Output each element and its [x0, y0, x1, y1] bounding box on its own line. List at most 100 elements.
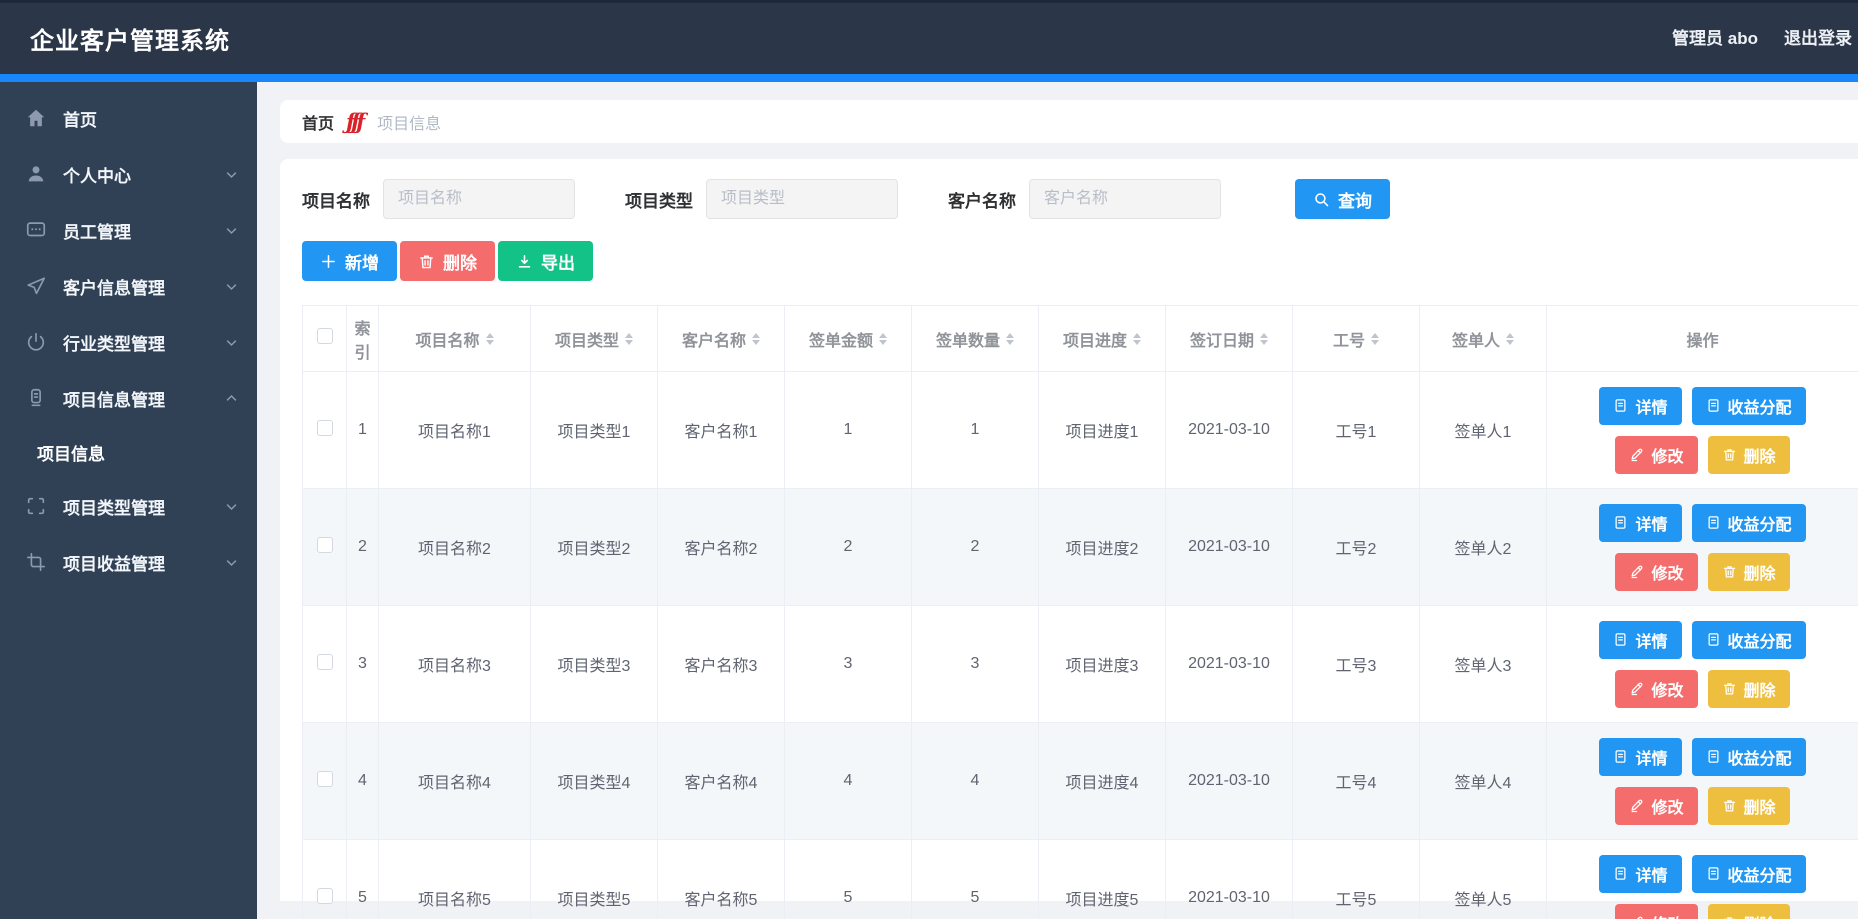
sidebar-item-label: 项目信息管理 [63, 386, 224, 411]
cell-worker-id: 工号4 [1293, 723, 1420, 840]
search-button[interactable]: 查询 [1295, 179, 1390, 219]
delete-button[interactable]: 删除 [400, 241, 495, 281]
row-checkbox[interactable] [317, 771, 333, 787]
row-checkbox[interactable] [317, 888, 333, 904]
current-user[interactable]: 管理员 abo [1672, 24, 1758, 49]
row-detail-button[interactable]: 详情 [1599, 621, 1681, 659]
customer-name-input[interactable] [1029, 179, 1221, 219]
cell-sign-amount: 1 [785, 372, 912, 489]
row-edit-button[interactable]: 修改 [1615, 670, 1697, 708]
row-checkbox-cell [303, 372, 347, 489]
cell-worker-id: 工号5 [1293, 840, 1420, 919]
cell-index: 5 [347, 840, 379, 919]
row-allocate-button[interactable]: 收益分配 [1692, 738, 1806, 776]
row-checkbox[interactable] [317, 654, 333, 670]
row-delete-button[interactable]: 删除 [1708, 553, 1790, 591]
header-project-name[interactable]: 项目名称 [379, 306, 531, 372]
cell-signer: 签单人5 [1420, 840, 1547, 919]
header-sign-date[interactable]: 签订日期 [1166, 306, 1293, 372]
cell-project-progress: 项目进度4 [1039, 723, 1166, 840]
sort-icon[interactable] [1133, 333, 1141, 345]
sidebar-item-project-revenue-management[interactable]: 项目收益管理 [0, 534, 257, 590]
row-edit-button[interactable]: 修改 [1615, 904, 1697, 919]
app-title: 企业客户管理系统 [30, 21, 230, 56]
table-header-row: 索引 项目名称 项目类型 客户名称 签单金额 签单数量 项目进度 签订日期 工号… [303, 306, 1858, 372]
sort-icon[interactable] [1506, 333, 1514, 345]
header-sign-amount[interactable]: 签单金额 [785, 306, 912, 372]
cell-project-name: 项目名称4 [379, 723, 531, 840]
cell-sign-amount: 5 [785, 840, 912, 919]
row-delete-button[interactable]: 删除 [1708, 670, 1790, 708]
sidebar-subitem-project-info[interactable]: 项目信息 [0, 426, 257, 478]
cell-index: 1 [347, 372, 379, 489]
project-name-input[interactable] [383, 179, 575, 219]
sidebar-item-label: 首页 [63, 106, 239, 131]
cell-project-name: 项目名称2 [379, 489, 531, 606]
chevron-down-icon [224, 279, 239, 294]
logout-link[interactable]: 退出登录 [1784, 24, 1852, 49]
row-detail-button[interactable]: 详情 [1599, 387, 1681, 425]
table-body: 1 项目名称1 项目类型1 客户名称1 1 1 项目进度1 2021-03-10… [303, 372, 1858, 919]
sidebar-item-project-type-management[interactable]: 项目类型管理 [0, 478, 257, 534]
add-button[interactable]: 新增 [302, 241, 397, 281]
sort-icon[interactable] [752, 333, 760, 345]
sidebar-item-industry-type-management[interactable]: 行业类型管理 [0, 314, 257, 370]
message-icon [25, 219, 47, 241]
sidebar-item-label: 项目收益管理 [63, 550, 224, 575]
sidebar-item-employee-management[interactable]: 员工管理 [0, 202, 257, 258]
sidebar-item-label: 项目类型管理 [63, 494, 224, 519]
row-allocate-button[interactable]: 收益分配 [1692, 387, 1806, 425]
sidebar-item-home[interactable]: 首页 [0, 90, 257, 146]
header-worker-id[interactable]: 工号 [1293, 306, 1420, 372]
document-icon [1706, 866, 1721, 881]
header-sign-quantity[interactable]: 签单数量 [912, 306, 1039, 372]
cell-actions: 详情 收益分配 修改 删除 [1547, 606, 1858, 723]
row-detail-button[interactable]: 详情 [1599, 504, 1681, 542]
cell-sign-date: 2021-03-10 [1166, 489, 1293, 606]
data-table: 索引 项目名称 项目类型 客户名称 签单金额 签单数量 项目进度 签订日期 工号… [302, 305, 1858, 919]
row-delete-button[interactable]: 删除 [1708, 787, 1790, 825]
sort-icon[interactable] [1260, 333, 1268, 345]
sidebar-item-project-info-management[interactable]: 项目信息管理 [0, 370, 257, 426]
brackets-icon [25, 495, 47, 517]
sidebar-item-customer-info-management[interactable]: 客户信息管理 [0, 258, 257, 314]
sidebar-item-personal-center[interactable]: 个人中心 [0, 146, 257, 202]
breadcrumb-home-link[interactable]: 首页 [302, 110, 334, 134]
send-icon [25, 275, 47, 297]
sidebar-item-label: 行业类型管理 [63, 330, 224, 355]
document-icon [1706, 398, 1721, 413]
sort-icon[interactable] [625, 333, 633, 345]
sort-icon[interactable] [486, 333, 494, 345]
sort-icon[interactable] [879, 333, 887, 345]
row-edit-button[interactable]: 修改 [1615, 436, 1697, 474]
header-project-progress[interactable]: 项目进度 [1039, 306, 1166, 372]
header-signer[interactable]: 签单人 [1420, 306, 1547, 372]
project-type-input[interactable] [706, 179, 898, 219]
top-navbar: 企业客户管理系统 管理员 abo 退出登录 [0, 0, 1858, 82]
select-all-checkbox[interactable] [317, 328, 333, 344]
sort-icon[interactable] [1006, 333, 1014, 345]
header-customer-name[interactable]: 客户名称 [658, 306, 785, 372]
row-detail-button[interactable]: 详情 [1599, 738, 1681, 776]
cell-sign-quantity: 4 [912, 723, 1039, 840]
row-edit-button[interactable]: 修改 [1615, 553, 1697, 591]
header-actions: 操作 [1547, 306, 1858, 372]
header-checkbox-cell [303, 306, 347, 372]
cell-signer: 签单人2 [1420, 489, 1547, 606]
row-allocate-button[interactable]: 收益分配 [1692, 621, 1806, 659]
row-allocate-button[interactable]: 收益分配 [1692, 504, 1806, 542]
row-checkbox[interactable] [317, 537, 333, 553]
export-button[interactable]: 导出 [498, 241, 593, 281]
cell-project-name: 项目名称1 [379, 372, 531, 489]
row-detail-button[interactable]: 详情 [1599, 855, 1681, 893]
row-edit-button[interactable]: 修改 [1615, 787, 1697, 825]
header-project-type[interactable]: 项目类型 [531, 306, 658, 372]
cell-worker-id: 工号2 [1293, 489, 1420, 606]
row-allocate-button[interactable]: 收益分配 [1692, 855, 1806, 893]
sort-icon[interactable] [1371, 333, 1379, 345]
row-delete-button[interactable]: 删除 [1708, 436, 1790, 474]
cell-sign-amount: 2 [785, 489, 912, 606]
row-checkbox[interactable] [317, 420, 333, 436]
plus-icon [320, 253, 337, 270]
row-delete-button[interactable]: 删除 [1708, 904, 1790, 919]
